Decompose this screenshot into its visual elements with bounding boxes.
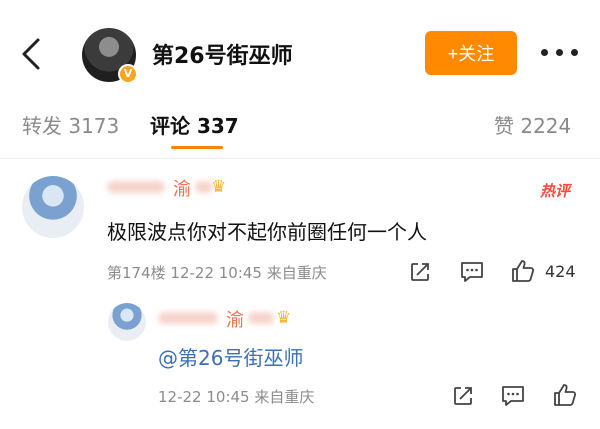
reply-meta: 12-22 10:45 来自重庆 xyxy=(158,388,315,406)
reply-avatar[interactable] xyxy=(108,303,146,341)
reply-author-name-text: 渝 xyxy=(226,310,244,331)
header-avatar[interactable]: V xyxy=(82,28,138,84)
divider xyxy=(0,158,600,159)
like-icon[interactable] xyxy=(510,258,536,284)
commenter-avatar[interactable] xyxy=(22,176,84,238)
more-dots-icon[interactable] xyxy=(541,49,579,57)
hot-comment-badge: 热评 xyxy=(540,182,571,200)
comment-icon[interactable] xyxy=(459,260,485,284)
commenter-name[interactable]: 渝 ♛ xyxy=(107,175,226,200)
tab-repost[interactable]: 转发 3173 xyxy=(22,110,119,139)
comment-meta: 第174楼 12-22 10:45 来自重庆 xyxy=(107,264,327,282)
like-icon[interactable] xyxy=(552,382,578,408)
follow-button[interactable]: +关注 xyxy=(425,31,517,75)
like-count: 424 xyxy=(545,262,576,281)
tab-comments[interactable]: 评论 337 xyxy=(150,110,239,139)
comment-text: 极限波点你对不起你前圈任何一个人 xyxy=(107,220,427,244)
account-name[interactable]: 第26号街巫师 xyxy=(152,38,293,70)
commenter-name-text: 渝 xyxy=(173,179,191,200)
back-button[interactable] xyxy=(14,34,48,74)
chevron-left-icon xyxy=(22,38,40,70)
crown-icon: ♛ xyxy=(211,177,227,197)
reply-author-name[interactable]: 渝 ♛ xyxy=(158,306,298,331)
share-icon[interactable] xyxy=(408,260,432,284)
share-icon[interactable] xyxy=(451,384,475,408)
crown-icon: ♛ xyxy=(276,308,292,328)
comment-icon[interactable] xyxy=(500,384,526,408)
active-tab-indicator xyxy=(171,146,223,149)
reply-text[interactable]: @第26号街巫师 xyxy=(158,342,303,371)
tab-likes[interactable]: 赞 2224 xyxy=(494,110,571,139)
verified-badge-icon: V xyxy=(118,64,138,84)
